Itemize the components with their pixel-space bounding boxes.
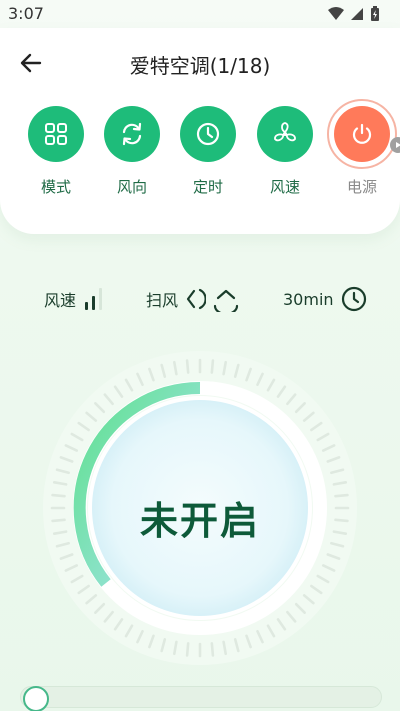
status-info-row: 风速 扫风 30min [0,284,400,314]
status-icons [328,6,380,22]
power-button[interactable]: 电源 [322,99,400,197]
timer-button-circle [180,106,236,162]
fan-level-bars-icon [85,288,103,310]
status-time: 3:07 [8,4,44,23]
dial-tick [210,642,215,657]
wifi-icon [328,7,344,20]
mode-button-circle [28,106,84,162]
power-icon [352,123,372,144]
page-title: 爱特空调(1/18) [129,54,271,78]
play-icon [396,142,400,148]
grid-icon [45,123,67,145]
dial-state-text: 未开启 [139,499,260,543]
control-panel-card: 爱特空调(1/18) 模式 风向 定时 风速 电源 [0,28,400,234]
fan-speed-status-label: 风速 [44,291,77,310]
fan-icon [274,122,296,142]
timer-status: 30min [283,284,368,314]
slider-thumb[interactable] [23,686,49,711]
dial-tick [185,642,190,657]
bottom-slider[interactable] [20,686,382,711]
vertical-swing-icon [186,288,207,310]
swing-status-label: 扫风 [146,291,179,310]
status-bar: 3:07 [0,0,400,28]
timer-clock-icon [341,286,366,312]
timer-button[interactable]: 定时 [168,106,248,197]
timer-status-value: 30min [283,289,334,309]
wind-direction-button[interactable]: 风向 [92,106,172,197]
fan-speed-button-circle [257,106,313,162]
wind-direction-button-circle [104,106,160,162]
refresh-icon [122,122,142,146]
play-badge[interactable] [390,137,400,153]
swing-status: 扫风 [146,284,240,314]
mode-label: 模式 [40,178,71,196]
fan-speed-label: 风速 [269,178,300,196]
dial-tick [210,359,215,374]
app-screen: 3:07 爱特空调(1/18) 模式 风向 定时 风速 电源 风速 扫风 30m… [0,0,400,711]
horizontal-swing-icon [213,289,239,312]
control-buttons: 模式 风向 定时 风速 电源 [0,99,400,216]
signal-icon [351,8,363,20]
clock-icon [196,122,220,146]
power-button-circle [334,106,390,162]
wind-direction-label: 风向 [116,178,147,196]
fan-speed-status: 风速 [44,284,106,314]
power-label: 电源 [346,178,377,196]
dial-tick [185,359,190,374]
power-button-ring [327,99,397,169]
fan-speed-button[interactable]: 风速 [245,106,325,197]
temperature-dial[interactable]: 未开启 [42,350,358,666]
battery-icon [371,6,379,21]
mode-button[interactable]: 模式 [16,106,96,197]
timer-label: 定时 [192,178,223,196]
